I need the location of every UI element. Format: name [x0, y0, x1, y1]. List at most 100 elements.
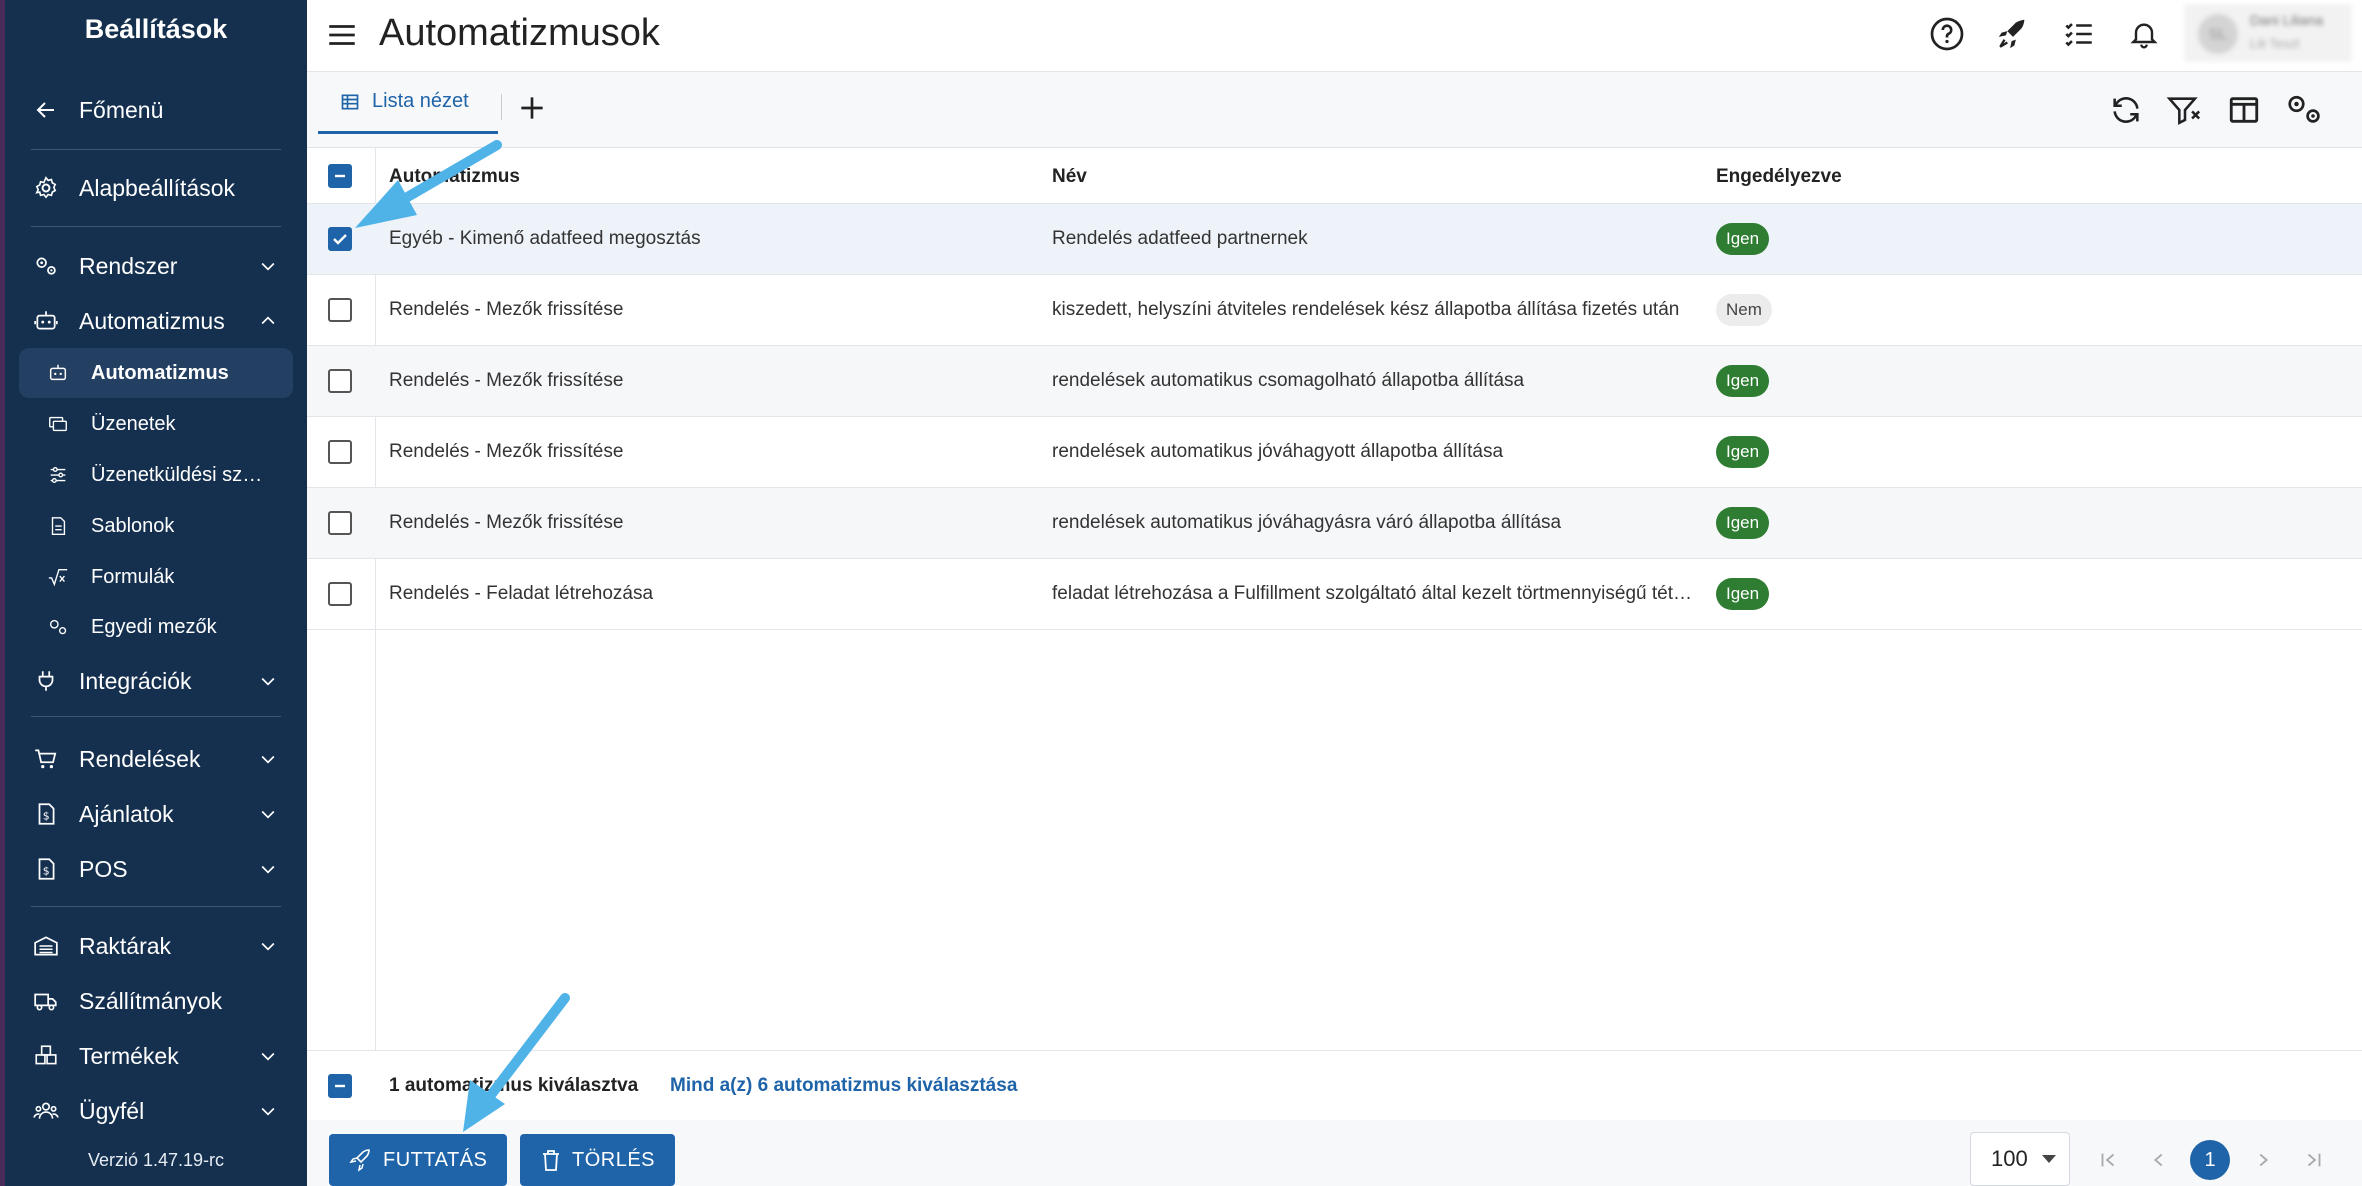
select-all-link[interactable]: Mind a(z) 6 automatizmus kiválasztása: [670, 1075, 1017, 1097]
sidebar-item-label: Termékek: [79, 1042, 179, 1069]
pos-icon: $: [31, 854, 61, 884]
column-header-automation[interactable]: Automatizmus: [389, 166, 520, 188]
menu-icon[interactable]: [325, 18, 359, 52]
sidebar-subitem-formulas[interactable]: Formulák: [19, 552, 293, 602]
svg-text:$: $: [43, 809, 50, 822]
cell-automation: Egyéb - Kimenő adatfeed megosztás: [389, 228, 701, 249]
table-row[interactable]: Egyéb - Kimenő adatfeed megosztás Rendel…: [307, 204, 2362, 275]
user-name: Dani Liliana: [2250, 12, 2324, 28]
cell-name: rendelések automatikus jóváhagyásra váró…: [1052, 512, 1562, 533]
last-page-button[interactable]: [2294, 1140, 2334, 1180]
sidebar-item-basic[interactable]: Alapbeállítások: [31, 164, 281, 212]
sidebar-item-offers[interactable]: $ Ajánlatok: [31, 790, 281, 838]
sidebar-item-customer[interactable]: Ügyfél: [31, 1087, 281, 1135]
columns-icon[interactable]: [2224, 90, 2264, 130]
boxes-icon: [31, 1041, 61, 1071]
table-row[interactable]: Rendelés - Mezők frissítése rendelések a…: [307, 488, 2362, 559]
table-row[interactable]: Rendelés - Mezők frissítése rendelések a…: [307, 346, 2362, 417]
row-checkbox[interactable]: [328, 582, 352, 606]
divider: [501, 94, 502, 120]
sidebar-item-automation[interactable]: Automatizmus: [31, 297, 281, 345]
run-button[interactable]: FUTTATÁS: [329, 1134, 508, 1186]
sidebar-item-label: Ügyfél: [79, 1097, 145, 1124]
sidebar-item-label: POS: [79, 855, 128, 882]
tab-label: Lista nézet: [372, 90, 469, 112]
robot-icon: [31, 306, 61, 336]
sidebar-title: Beállítások: [84, 14, 228, 44]
sidebar-item-label: Rendelések: [79, 745, 201, 772]
sidebar-item-integrations[interactable]: Integrációk: [31, 657, 281, 705]
page-size-select[interactable]: 100: [1970, 1132, 2070, 1186]
gear-icon: [31, 173, 61, 203]
run-button-label: FUTTATÁS: [383, 1148, 488, 1171]
sidebar-item-system[interactable]: Rendszer: [31, 242, 281, 290]
table-row[interactable]: Rendelés - Mezők frissítése kiszedett, h…: [307, 275, 2362, 346]
status-badge: Igen: [1716, 436, 1770, 468]
help-icon[interactable]: [1927, 14, 1967, 54]
truck-icon: [31, 986, 61, 1016]
cell-automation: Rendelés - Feladat létrehozása: [389, 583, 654, 604]
filter-icon[interactable]: [2165, 90, 2205, 130]
cell-name: Rendelés adatfeed partnernek: [1052, 228, 1308, 249]
divider: [31, 226, 281, 227]
current-page[interactable]: 1: [2190, 1140, 2230, 1180]
chevron-down-icon: [255, 1043, 281, 1069]
cell-name: rendelések automatikus csomagolható álla…: [1052, 370, 1525, 391]
sidebar-subitem-label: Egyedi mezők: [91, 615, 217, 638]
row-checkbox[interactable]: [328, 298, 352, 322]
task-list-icon[interactable]: [2059, 14, 2099, 54]
cell-automation: Rendelés - Mezők frissítése: [389, 299, 624, 320]
sidebar-subitem-custom-fields[interactable]: Egyedi mezők: [19, 602, 293, 652]
rocket-icon: [349, 1148, 373, 1172]
refresh-icon[interactable]: [2106, 90, 2146, 130]
sidebar-subitem-messages[interactable]: Üzenetek: [19, 399, 293, 449]
sidebar-item-shipments[interactable]: Szállítmányok: [31, 977, 281, 1025]
column-header-enabled[interactable]: Engedélyezve: [1716, 166, 1842, 188]
select-all-checkbox[interactable]: [328, 164, 352, 188]
delete-button[interactable]: TÖRLÉS: [520, 1134, 676, 1186]
table-row[interactable]: Rendelés - Feladat létrehozása feladat l…: [307, 559, 2362, 630]
prev-page-button[interactable]: [2139, 1140, 2179, 1180]
next-page-button[interactable]: [2243, 1140, 2283, 1180]
user-menu[interactable]: SL Dani Liliana Lili Teszt: [2184, 4, 2352, 62]
sidebar-item-pos[interactable]: $ POS: [31, 845, 281, 893]
view-toolbar: Lista nézet: [307, 72, 2362, 148]
sidebar-subitem-label: Üzenetek: [91, 412, 176, 435]
cell-name: feladat létrehozása a Fulfillment szolgá…: [1052, 583, 1692, 604]
sidebar-subitem-automation[interactable]: Automatizmus: [19, 348, 293, 398]
sidebar-item-products[interactable]: Termékek: [31, 1032, 281, 1080]
chevron-up-icon: [255, 308, 281, 334]
cell-automation: Rendelés - Mezők frissítése: [389, 512, 624, 533]
caret-down-icon: [2041, 1155, 2056, 1163]
selection-checkbox[interactable]: [328, 1074, 352, 1098]
tab-list-view[interactable]: Lista nézet: [318, 72, 498, 134]
sidebar-item-label: Integrációk: [79, 667, 192, 694]
row-checkbox[interactable]: [328, 440, 352, 464]
column-header-name[interactable]: Név: [1052, 166, 1087, 188]
users-icon: [31, 1096, 61, 1126]
sidebar-item-back[interactable]: Főmenü: [31, 86, 281, 134]
action-bar: FUTTATÁS TÖRLÉS 100 1: [307, 1120, 2362, 1186]
first-page-button[interactable]: [2088, 1140, 2128, 1180]
rocket-icon[interactable]: [1993, 14, 2033, 54]
sidebar-subitem-message-rules[interactable]: Üzenetküldési szabályok: [19, 450, 293, 500]
row-checkbox[interactable]: [328, 511, 352, 535]
page-title: Automatizmusok: [379, 12, 660, 54]
row-checkbox[interactable]: [328, 369, 352, 393]
sidebar-item-label: Rendszer: [79, 252, 178, 279]
avatar: SL: [2198, 14, 2238, 54]
sidebar-item-label: Főmenü: [79, 96, 164, 123]
status-badge: Igen: [1716, 223, 1770, 255]
settings-icon[interactable]: [2284, 90, 2324, 130]
bell-icon[interactable]: [2124, 14, 2164, 54]
chevron-down-icon: [255, 933, 281, 959]
cell-name: rendelések automatikus jóváhagyott állap…: [1052, 441, 1504, 462]
sidebar-subitem-templates[interactable]: Sablonok: [19, 501, 293, 551]
sidebar-subitem-label: Automatizmus: [91, 361, 229, 384]
sidebar-item-warehouses[interactable]: Raktárak: [31, 922, 281, 970]
add-view-button[interactable]: [512, 88, 552, 128]
row-checkbox[interactable]: [328, 227, 352, 251]
status-badge: Igen: [1716, 365, 1770, 397]
table-row[interactable]: Rendelés - Mezők frissítése rendelések a…: [307, 417, 2362, 488]
sidebar-item-orders[interactable]: Rendelések: [31, 735, 281, 783]
